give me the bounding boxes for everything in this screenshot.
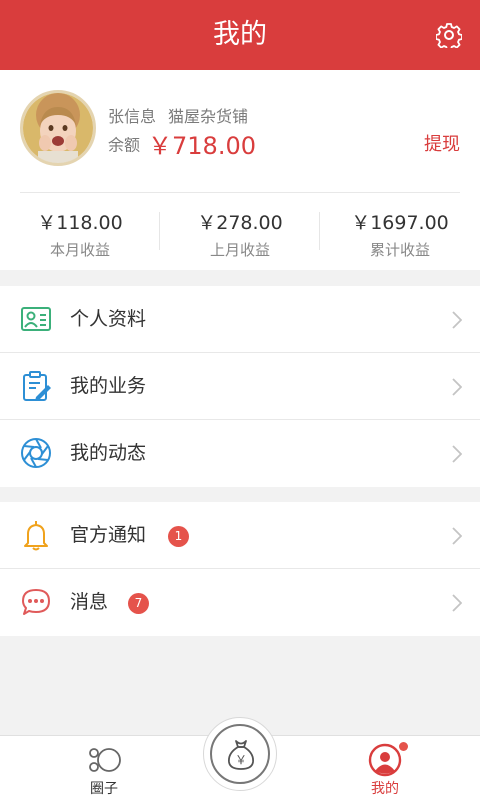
menu-item-moments[interactable]: 我的动态 xyxy=(0,420,480,487)
menu-item-messages[interactable]: 消息 7 xyxy=(0,569,480,636)
chevron-right-icon xyxy=(452,527,462,545)
profile-card-icon xyxy=(21,307,51,331)
divider xyxy=(20,192,460,193)
bell-icon xyxy=(24,521,48,551)
message-count-badge: 7 xyxy=(128,593,149,614)
gear-icon[interactable] xyxy=(436,22,462,48)
withdraw-button[interactable]: 提现 xyxy=(424,130,460,156)
chevron-right-icon xyxy=(452,378,462,396)
chevron-right-icon xyxy=(452,445,462,463)
menu-group-account: 个人资料 我的业务 我的动态 xyxy=(0,286,480,487)
balance-label: 余额 xyxy=(108,135,141,155)
tab-label: 我的 xyxy=(371,781,399,797)
menu-label: 我的业务 xyxy=(70,375,147,397)
stat-value: ￥278.00 xyxy=(197,212,283,234)
user-name: 张信息 xyxy=(108,107,157,126)
balance-value: ￥718.00 xyxy=(148,132,256,160)
center-ring: ￥ xyxy=(210,724,270,784)
stat-value: ￥118.00 xyxy=(37,212,123,234)
stat-label: 本月收益 xyxy=(49,241,110,259)
avatar[interactable] xyxy=(20,90,96,166)
tab-mine[interactable]: 我的 xyxy=(325,736,445,800)
chevron-right-icon xyxy=(452,311,462,329)
tab-circle[interactable]: 圈子 xyxy=(44,736,164,800)
page-title: 我的 xyxy=(213,19,267,50)
chevron-right-icon xyxy=(452,594,462,612)
notification-count-badge: 1 xyxy=(168,526,189,547)
stat-label: 上月收益 xyxy=(209,241,270,259)
menu-label: 我的动态 xyxy=(70,442,147,464)
stat-last-month: ￥278.00 上月收益 xyxy=(160,208,320,260)
stat-label: 累计收益 xyxy=(369,241,430,259)
profile-card: 张信息 猫屋杂货铺 余额 ￥718.00 提现 ￥118.00 本月收益 ￥278.… xyxy=(0,70,480,270)
stat-total: ￥1697.00 累计收益 xyxy=(320,208,480,260)
shop-name: 猫屋杂货铺 xyxy=(168,107,249,126)
menu-group-messages: 官方通知 1 消息 7 xyxy=(0,502,480,636)
menu-item-notice[interactable]: 官方通知 1 xyxy=(0,502,480,569)
chat-bubble-icon xyxy=(22,589,50,615)
center-money-button[interactable]: ￥ xyxy=(203,717,277,791)
stat-value: ￥1697.00 xyxy=(351,212,449,234)
aperture-icon xyxy=(21,438,51,468)
menu-label: 官方通知 xyxy=(70,524,147,546)
menu-label: 个人资料 xyxy=(70,308,147,330)
business-clipboard-icon xyxy=(23,371,51,401)
menu-item-profile[interactable]: 个人资料 xyxy=(0,286,480,353)
menu-item-business[interactable]: 我的业务 xyxy=(0,353,480,420)
currency-symbol: ￥ xyxy=(235,753,247,767)
user-avatar-icon xyxy=(368,743,402,777)
stat-this-month: ￥118.00 本月收益 xyxy=(0,208,160,260)
tab-label: 圈子 xyxy=(90,781,118,797)
money-bag-icon: ￥ xyxy=(228,740,254,770)
menu-label: 消息 xyxy=(70,591,109,613)
circles-icon xyxy=(89,748,121,772)
notification-dot xyxy=(399,742,408,751)
top-bar: 我的 xyxy=(0,0,480,70)
